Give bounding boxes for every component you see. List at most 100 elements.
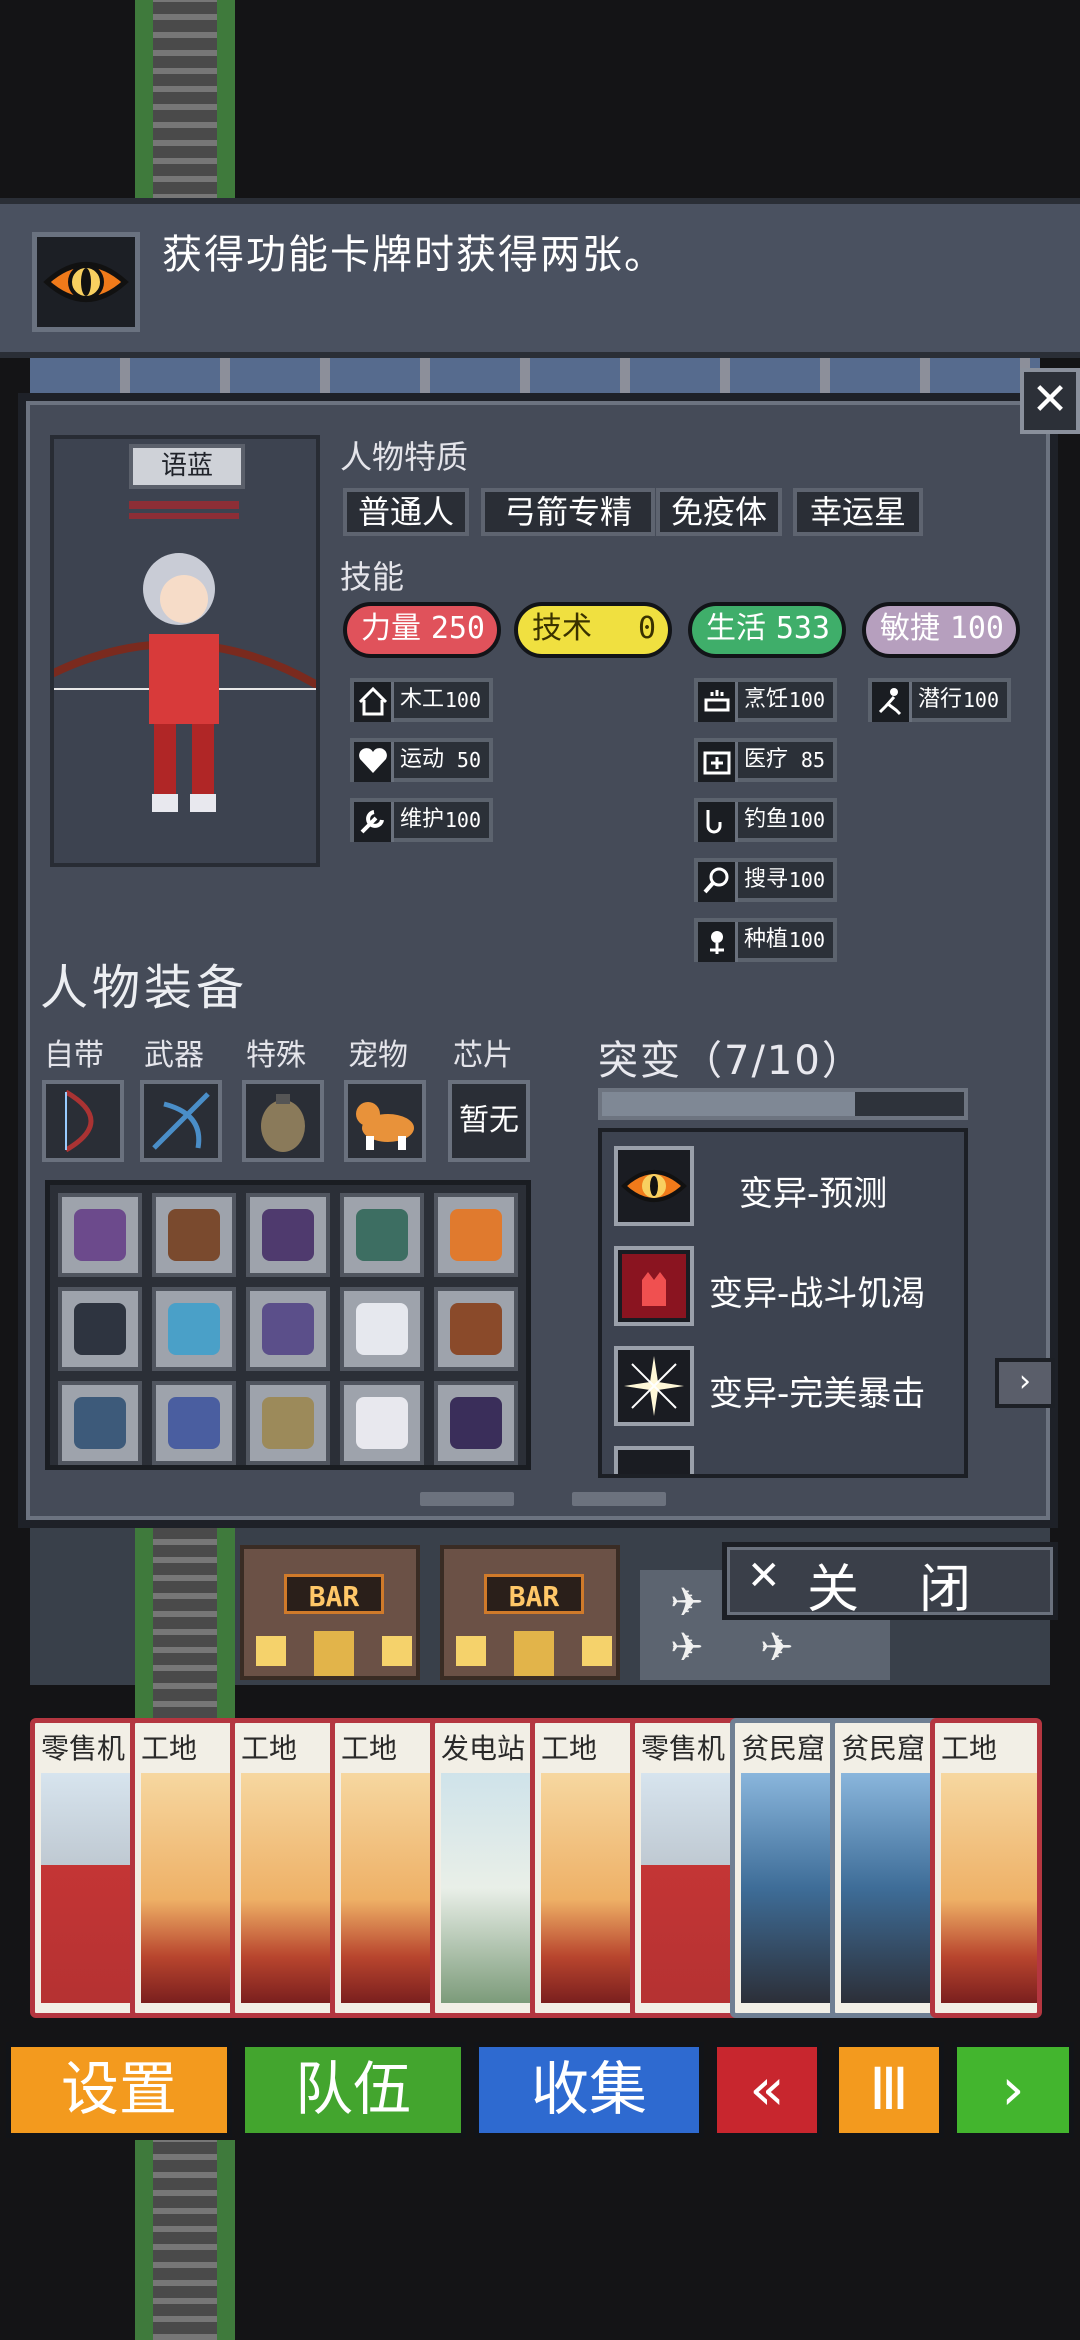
trait-badge[interactable]: 普通人 (343, 488, 469, 536)
inventory-item-sneaker[interactable] (340, 1381, 424, 1465)
slot-label: 芯片 (453, 1038, 513, 1073)
fist-icon (614, 1246, 694, 1326)
building-card[interactable]: 零售机 (630, 1718, 742, 2018)
trait-badge[interactable]: 免疫体 (656, 488, 782, 536)
mutation-icon (614, 1446, 694, 1474)
skill-sneak[interactable]: 潜行 100 (868, 678, 1011, 722)
inventory-item-bag[interactable] (434, 1287, 518, 1371)
stat-agility[interactable]: 敏捷 100 (862, 602, 1020, 658)
skill-search[interactable]: 搜寻 100 (694, 858, 837, 902)
inventory-item-backpack[interactable] (152, 1193, 236, 1277)
inventory-item-sweater[interactable] (152, 1381, 236, 1465)
sneak-icon (872, 682, 912, 722)
inventory-item-mask[interactable] (152, 1287, 236, 1371)
airplane-icon: ✈ (670, 1625, 704, 1671)
inventory-item-shirt[interactable] (340, 1287, 424, 1371)
inventory-item-glasses[interactable] (246, 1287, 330, 1371)
settings-button[interactable]: 设置 (6, 2042, 232, 2138)
innate-slot[interactable] (42, 1080, 124, 1162)
building-card[interactable]: 工地 (230, 1718, 342, 2018)
traits-label: 人物特质 (340, 438, 469, 476)
stat-life[interactable]: 生活 533 (688, 602, 846, 658)
airplane-icon: ✈ (760, 1625, 794, 1671)
weapon-slot[interactable] (140, 1080, 222, 1162)
building-card[interactable]: 工地 (530, 1718, 642, 2018)
inventory-item-jeans[interactable] (58, 1381, 142, 1465)
tooltip-banner: 获得功能卡牌时获得两张。 (0, 198, 1080, 358)
plant-icon (698, 922, 738, 962)
mutation-item[interactable] (614, 1446, 964, 1474)
card-title: 工地 (541, 1732, 598, 1765)
airplane-icon: ✈ (670, 1580, 704, 1626)
inventory-item-pants[interactable] (58, 1287, 142, 1371)
skill-cooking[interactable]: 烹饪 100 (694, 678, 837, 722)
pet-slot[interactable] (344, 1080, 426, 1162)
trait-badge[interactable]: 幸运星 (793, 488, 923, 536)
wrench-icon (354, 802, 394, 842)
team-button[interactable]: 队伍 (240, 2042, 466, 2138)
vest-icon (74, 1209, 126, 1261)
stat-technique[interactable]: 技术 0 (514, 602, 672, 658)
building-card[interactable]: 工地 (130, 1718, 242, 2018)
collect-button[interactable]: 收集 (474, 2042, 704, 2138)
mutation-item[interactable]: 变异-战斗饥渴 (614, 1246, 964, 1328)
stat-strength[interactable]: 力量 250 (343, 602, 501, 658)
map-road-bottom (135, 2140, 235, 2340)
grenade-icon (261, 1094, 305, 1152)
inventory-item-hat[interactable] (246, 1193, 330, 1277)
inventory-item-boot[interactable] (246, 1381, 330, 1465)
mutations-title: 突变（7/10） (598, 1038, 864, 1084)
card-art (741, 1773, 837, 2003)
inventory-item-vest[interactable] (58, 1193, 142, 1277)
building-card[interactable]: 发电站 (430, 1718, 542, 2018)
card-art (341, 1773, 437, 2003)
pause-button[interactable]: Ⅲ (834, 2042, 944, 2138)
trait-badge[interactable]: 弓箭专精 (481, 488, 655, 536)
glasses-icon (262, 1303, 314, 1355)
shirt-icon (356, 1303, 408, 1355)
mutation-list[interactable]: 变异-预测 变异-战斗饥渴 变异-完美暴击 (598, 1128, 968, 1478)
heart-icon (354, 742, 394, 782)
skill-planting[interactable]: 种植 100 (694, 918, 837, 962)
close-button[interactable]: ✕ 关闭 (722, 1542, 1058, 1620)
skill-carpentry[interactable]: 木工 100 (350, 678, 493, 722)
slot-label: 特殊 (246, 1038, 306, 1073)
hat-icon (262, 1209, 314, 1261)
page-indicator[interactable] (420, 1492, 514, 1506)
mutation-item[interactable]: 变异-预测 (614, 1146, 964, 1228)
building-card[interactable]: 工地 (930, 1718, 1042, 2018)
boot-icon (262, 1397, 314, 1449)
page-indicator[interactable] (572, 1492, 666, 1506)
building-card[interactable]: 贫民窟 (830, 1718, 942, 2018)
bar-building[interactable]: BAR (440, 1545, 620, 1680)
inventory-item-ring[interactable] (434, 1193, 518, 1277)
close-icon[interactable]: ✕ (1020, 368, 1080, 434)
speed-down-button[interactable]: « (712, 2042, 822, 2138)
chip-slot[interactable]: 暂无 (448, 1080, 530, 1162)
bow-icon (64, 1089, 94, 1153)
inventory-item-armor[interactable] (340, 1193, 424, 1277)
skill-fishing[interactable]: 钓鱼 100 (694, 798, 837, 842)
building-card[interactable]: 贫民窟 (730, 1718, 842, 2018)
card-title: 发电站 (441, 1732, 526, 1765)
bar-building[interactable]: BAR (240, 1545, 420, 1680)
slot-label: 宠物 (348, 1038, 408, 1073)
sweater-icon (168, 1397, 220, 1449)
special-slot[interactable] (242, 1080, 324, 1162)
inventory-item-suit[interactable] (434, 1381, 518, 1465)
card-title: 工地 (941, 1732, 998, 1765)
card-title: 贫民窟 (841, 1732, 926, 1765)
cooking-pot-icon (698, 682, 738, 722)
character-name: 语蓝 (129, 444, 245, 489)
speed-up-button[interactable]: › (952, 2042, 1074, 2138)
card-title: 零售机 (641, 1732, 726, 1765)
building-card[interactable]: 工地 (330, 1718, 442, 2018)
next-page-arrow-icon[interactable]: › (995, 1358, 1055, 1408)
backpack-icon (168, 1209, 220, 1261)
skill-sports[interactable]: 运动 50 (350, 738, 493, 782)
card-art (441, 1773, 537, 2003)
building-card[interactable]: 零售机 (30, 1718, 142, 2018)
skill-medical[interactable]: 医疗 85 (694, 738, 837, 782)
skill-maintenance[interactable]: 维护 100 (350, 798, 493, 842)
mutation-item[interactable]: 变异-完美暴击 (614, 1346, 964, 1428)
